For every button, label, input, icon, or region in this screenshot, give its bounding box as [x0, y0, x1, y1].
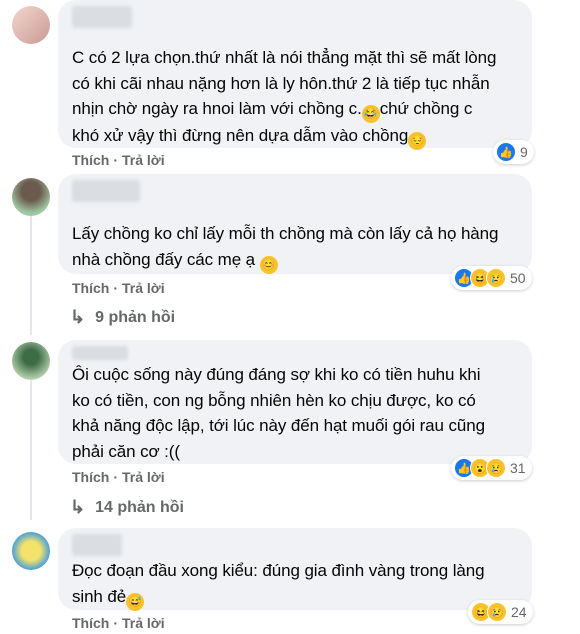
replies-count: 14 phản hồi	[95, 498, 184, 516]
sad-icon: 😢	[486, 268, 506, 288]
comment-bubble: Ôi cuộc sống này đúng đáng sợ khi ko có …	[58, 340, 532, 464]
thread-line	[30, 215, 32, 335]
avatar[interactable]	[12, 6, 50, 44]
reply-button[interactable]: Trả lời	[122, 615, 165, 631]
comment-bubble: Đọc đoạn đầu xong kiểu: đúng gia đình và…	[58, 528, 532, 611]
author-name[interactable]	[72, 180, 140, 202]
avatar[interactable]	[12, 532, 50, 570]
comment-text: Lấy chồng ko chỉ lấy mỗi th chồng mà còn…	[72, 221, 518, 274]
reaction-count: 50	[510, 270, 526, 286]
reaction-summary[interactable]: 👍 😮 😢 31	[451, 456, 532, 480]
sad-icon: 😢	[486, 458, 506, 478]
reply-arrow-icon: ↳	[70, 497, 86, 517]
author-name[interactable]	[72, 534, 122, 556]
reply-button[interactable]: Trả lời	[122, 469, 165, 485]
comment-bubble: C có 2 lựa chọn.thứ nhất là nói thẳng mặ…	[58, 0, 532, 150]
pensive-emoji-icon: 😔	[408, 132, 427, 150]
like-button[interactable]: Thích	[72, 152, 109, 168]
reaction-summary[interactable]: 👍 9	[493, 140, 534, 164]
rofl-emoji-icon: 😂	[361, 105, 380, 123]
comment-bubble: Lấy chồng ko chỉ lấy mỗi th chồng mà còn…	[58, 174, 532, 274]
comment-actions: Thích · Trả lời	[72, 615, 169, 631]
reaction-summary[interactable]: 😆 😢 24	[468, 600, 533, 624]
comment-actions: Thích · Trả lời	[72, 469, 169, 485]
comment-actions: Thích · Trả lời	[72, 152, 169, 168]
author-name[interactable]	[72, 6, 132, 28]
author-name[interactable]	[72, 346, 128, 360]
like-button[interactable]: Thích	[72, 469, 109, 485]
reaction-count: 24	[511, 604, 527, 620]
view-replies-link[interactable]: ↳ 14 phản hồi	[70, 497, 184, 518]
reply-button[interactable]: Trả lời	[122, 280, 165, 296]
like-button[interactable]: Thích	[72, 280, 109, 296]
separator: ·	[113, 280, 119, 296]
reply-arrow-icon: ↳	[70, 307, 86, 327]
view-replies-link[interactable]: ↳ 9 phản hồi	[70, 307, 175, 328]
reaction-count: 9	[520, 144, 528, 160]
replies-count: 9 phản hồi	[95, 308, 176, 326]
comment-actions: Thích · Trả lời	[72, 280, 169, 296]
separator: ·	[113, 469, 119, 485]
separator: ·	[113, 615, 119, 631]
comment-text: C có 2 lựa chọn.thứ nhất là nói thẳng mặ…	[72, 45, 518, 150]
separator: ·	[113, 152, 119, 168]
comment-text: Ôi cuộc sống này đúng đáng sợ khi ko có …	[72, 365, 485, 461]
comment-text: Đọc đoạn đầu xong kiểu: đúng gia đình và…	[72, 558, 518, 611]
reaction-summary[interactable]: 👍 😆 😢 50	[451, 266, 532, 290]
reaction-count: 31	[510, 460, 526, 476]
sad-icon: 😢	[487, 602, 507, 622]
avatar[interactable]	[12, 178, 50, 216]
reply-button[interactable]: Trả lời	[122, 152, 165, 168]
like-icon: 👍	[496, 142, 516, 162]
smile-emoji-icon: 😊	[259, 255, 278, 274]
avatar[interactable]	[12, 342, 50, 380]
like-button[interactable]: Thích	[72, 615, 109, 631]
sweat-smile-emoji-icon: 😅	[126, 592, 145, 611]
thread-line	[30, 380, 32, 520]
